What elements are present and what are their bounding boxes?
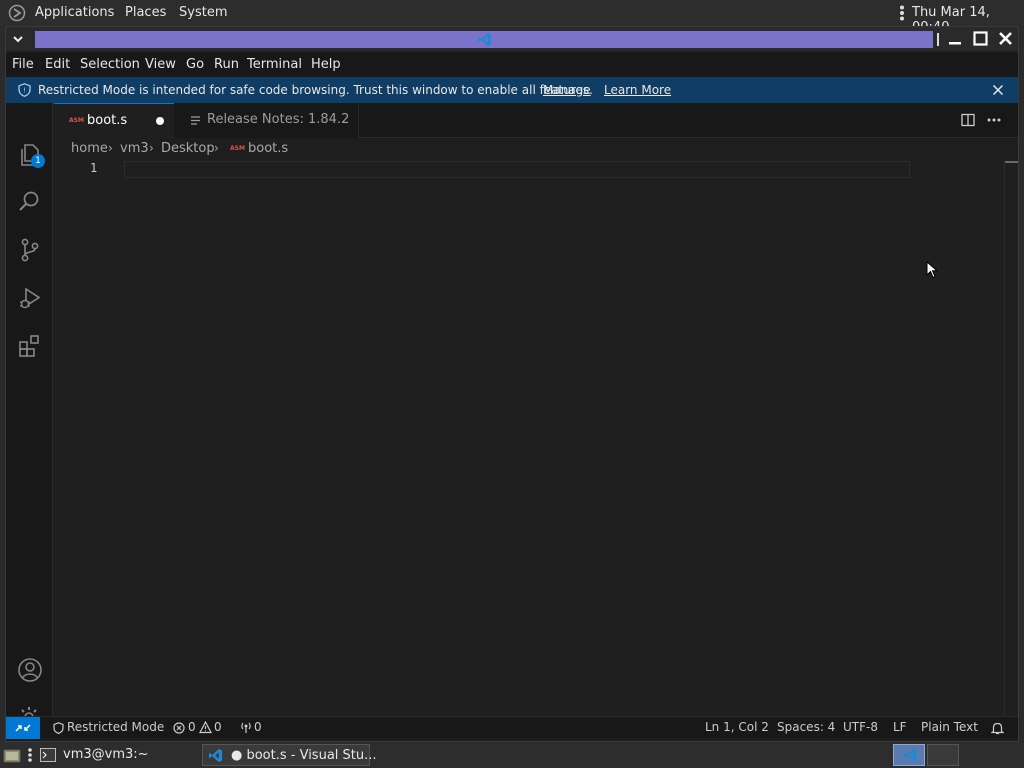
chevron-right-icon: › [214,141,219,155]
distro-logo-icon[interactable] [8,4,26,22]
breadcrumb-desktop[interactable]: Desktop [161,141,215,156]
window-separator [937,33,939,46]
explorer-icon[interactable]: 1 [16,140,45,168]
explorer-badge: 1 [31,154,45,168]
terminal-window-label: vm3@vm3:~ [63,747,149,762]
show-desktop-icon[interactable] [2,744,22,766]
restricted-mode-status[interactable]: Restricted Mode [67,720,164,734]
extensions-icon[interactable] [16,332,44,360]
more-actions-icon[interactable] [987,118,1001,122]
menu-file[interactable]: File [12,57,34,72]
vscode-logo-icon [477,32,492,47]
editor-tab-bar: ASM boot.s Release Notes: 1.84.2 [54,103,1018,138]
terminal-icon [40,748,56,762]
tab-boot-s[interactable]: ASM boot.s [54,103,174,138]
restricted-mode-banner: ! Restricted Mode is intended for safe c… [6,77,1018,103]
menu-help[interactable]: Help [311,57,341,72]
line-number: 1 [90,161,98,175]
svg-text:!: ! [23,87,26,95]
menu-run[interactable]: Run [214,57,239,72]
close-window-icon[interactable] [998,31,1013,46]
menu-go[interactable]: Go [186,57,204,72]
ports-count[interactable]: 0 [254,720,262,734]
vscode-window-label: ● boot.s - Visual Stu... [231,748,377,763]
asm-file-icon: ASM [230,145,245,152]
vscode-logo-icon [208,748,223,763]
search-icon[interactable] [16,188,44,216]
menu-terminal[interactable]: Terminal [247,57,302,72]
maximize-icon[interactable] [973,31,988,46]
menu-view[interactable]: View [145,57,176,72]
shield-icon: ! [18,83,31,97]
editor-area[interactable]: 1 [54,161,1018,716]
tab-label: boot.s [87,113,128,128]
top-panel: Applications Places System Thu Mar 14, 0… [0,0,1024,35]
learn-more-link[interactable]: Learn More [604,83,671,97]
taskbar-vscode[interactable]: ● boot.s - Visual Stu... [202,744,377,766]
encoding[interactable]: UTF-8 [843,720,878,734]
menu-places[interactable]: Places [125,5,166,20]
tab-label: Release Notes: 1.84.2 [207,112,350,127]
status-bar: Restricted Mode 0 0 0 Ln 1, Col 2 Spaces… [6,716,1018,739]
warning-icon[interactable] [199,721,212,734]
window-titlebar[interactable] [6,27,1018,51]
vscode-logo-icon [903,748,917,762]
panel-handle-icon[interactable] [899,5,905,21]
breadcrumb-file[interactable]: boot.s [248,141,288,156]
language-mode[interactable]: Plain Text [921,720,978,734]
taskbar: vm3@vm3:~ ● boot.s - Visual Stu... [0,742,1024,768]
mouse-cursor-icon [926,261,938,279]
cursor-position[interactable]: Ln 1, Col 2 [705,720,769,734]
split-editor-icon[interactable] [961,113,975,127]
window-menu-chevron-icon[interactable] [12,33,24,45]
minimize-icon[interactable] [948,32,962,46]
lines-icon [191,116,200,125]
menu-system[interactable]: System [179,5,227,20]
overview-ruler-cursor [1005,161,1018,163]
chevron-right-icon: › [149,141,154,155]
accounts-icon[interactable] [16,656,44,684]
remote-indicator[interactable] [6,717,40,739]
breadcrumb-vm3[interactable]: vm3 [120,141,149,156]
unsaved-dot-icon[interactable] [156,117,164,125]
menu-selection[interactable]: Selection [80,57,140,72]
warning-count[interactable]: 0 [214,720,222,734]
menu-edit[interactable]: Edit [45,57,70,72]
taskbar-handle-icon[interactable] [27,744,33,766]
error-count[interactable]: 0 [188,720,196,734]
workspace-switcher[interactable] [893,744,925,766]
banner-message: Restricted Mode is intended for safe cod… [38,83,593,97]
asm-file-icon: ASM [69,117,84,124]
menu-applications[interactable]: Applications [35,5,114,20]
breadcrumb-home[interactable]: home [71,141,108,156]
vscode-window: File Edit Selection View Go Run Terminal… [5,26,1019,742]
source-control-icon[interactable] [16,236,44,264]
notifications-bell-icon[interactable] [991,721,1004,735]
menubar: File Edit Selection View Go Run Terminal… [6,53,1018,77]
window-title-strip[interactable] [35,31,933,48]
manage-link[interactable]: Manage [543,83,591,97]
run-debug-icon[interactable] [16,284,44,312]
ports-broadcast-icon[interactable] [239,721,253,734]
restricted-shield-icon [53,722,64,734]
indentation[interactable]: Spaces: 4 [777,720,835,734]
end-of-line[interactable]: LF [893,720,907,734]
taskbar-terminal[interactable]: vm3@vm3:~ [37,744,197,766]
activity-bar: 1 1 [6,103,53,733]
chevron-right-icon: › [108,141,113,155]
close-banner-icon[interactable] [992,84,1004,96]
editor-scrollbar[interactable] [1004,161,1018,716]
tab-release-notes[interactable]: Release Notes: 1.84.2 [175,103,359,138]
current-line-highlight[interactable] [124,161,910,178]
error-icon[interactable] [173,722,185,734]
workspace-2[interactable] [927,744,959,766]
